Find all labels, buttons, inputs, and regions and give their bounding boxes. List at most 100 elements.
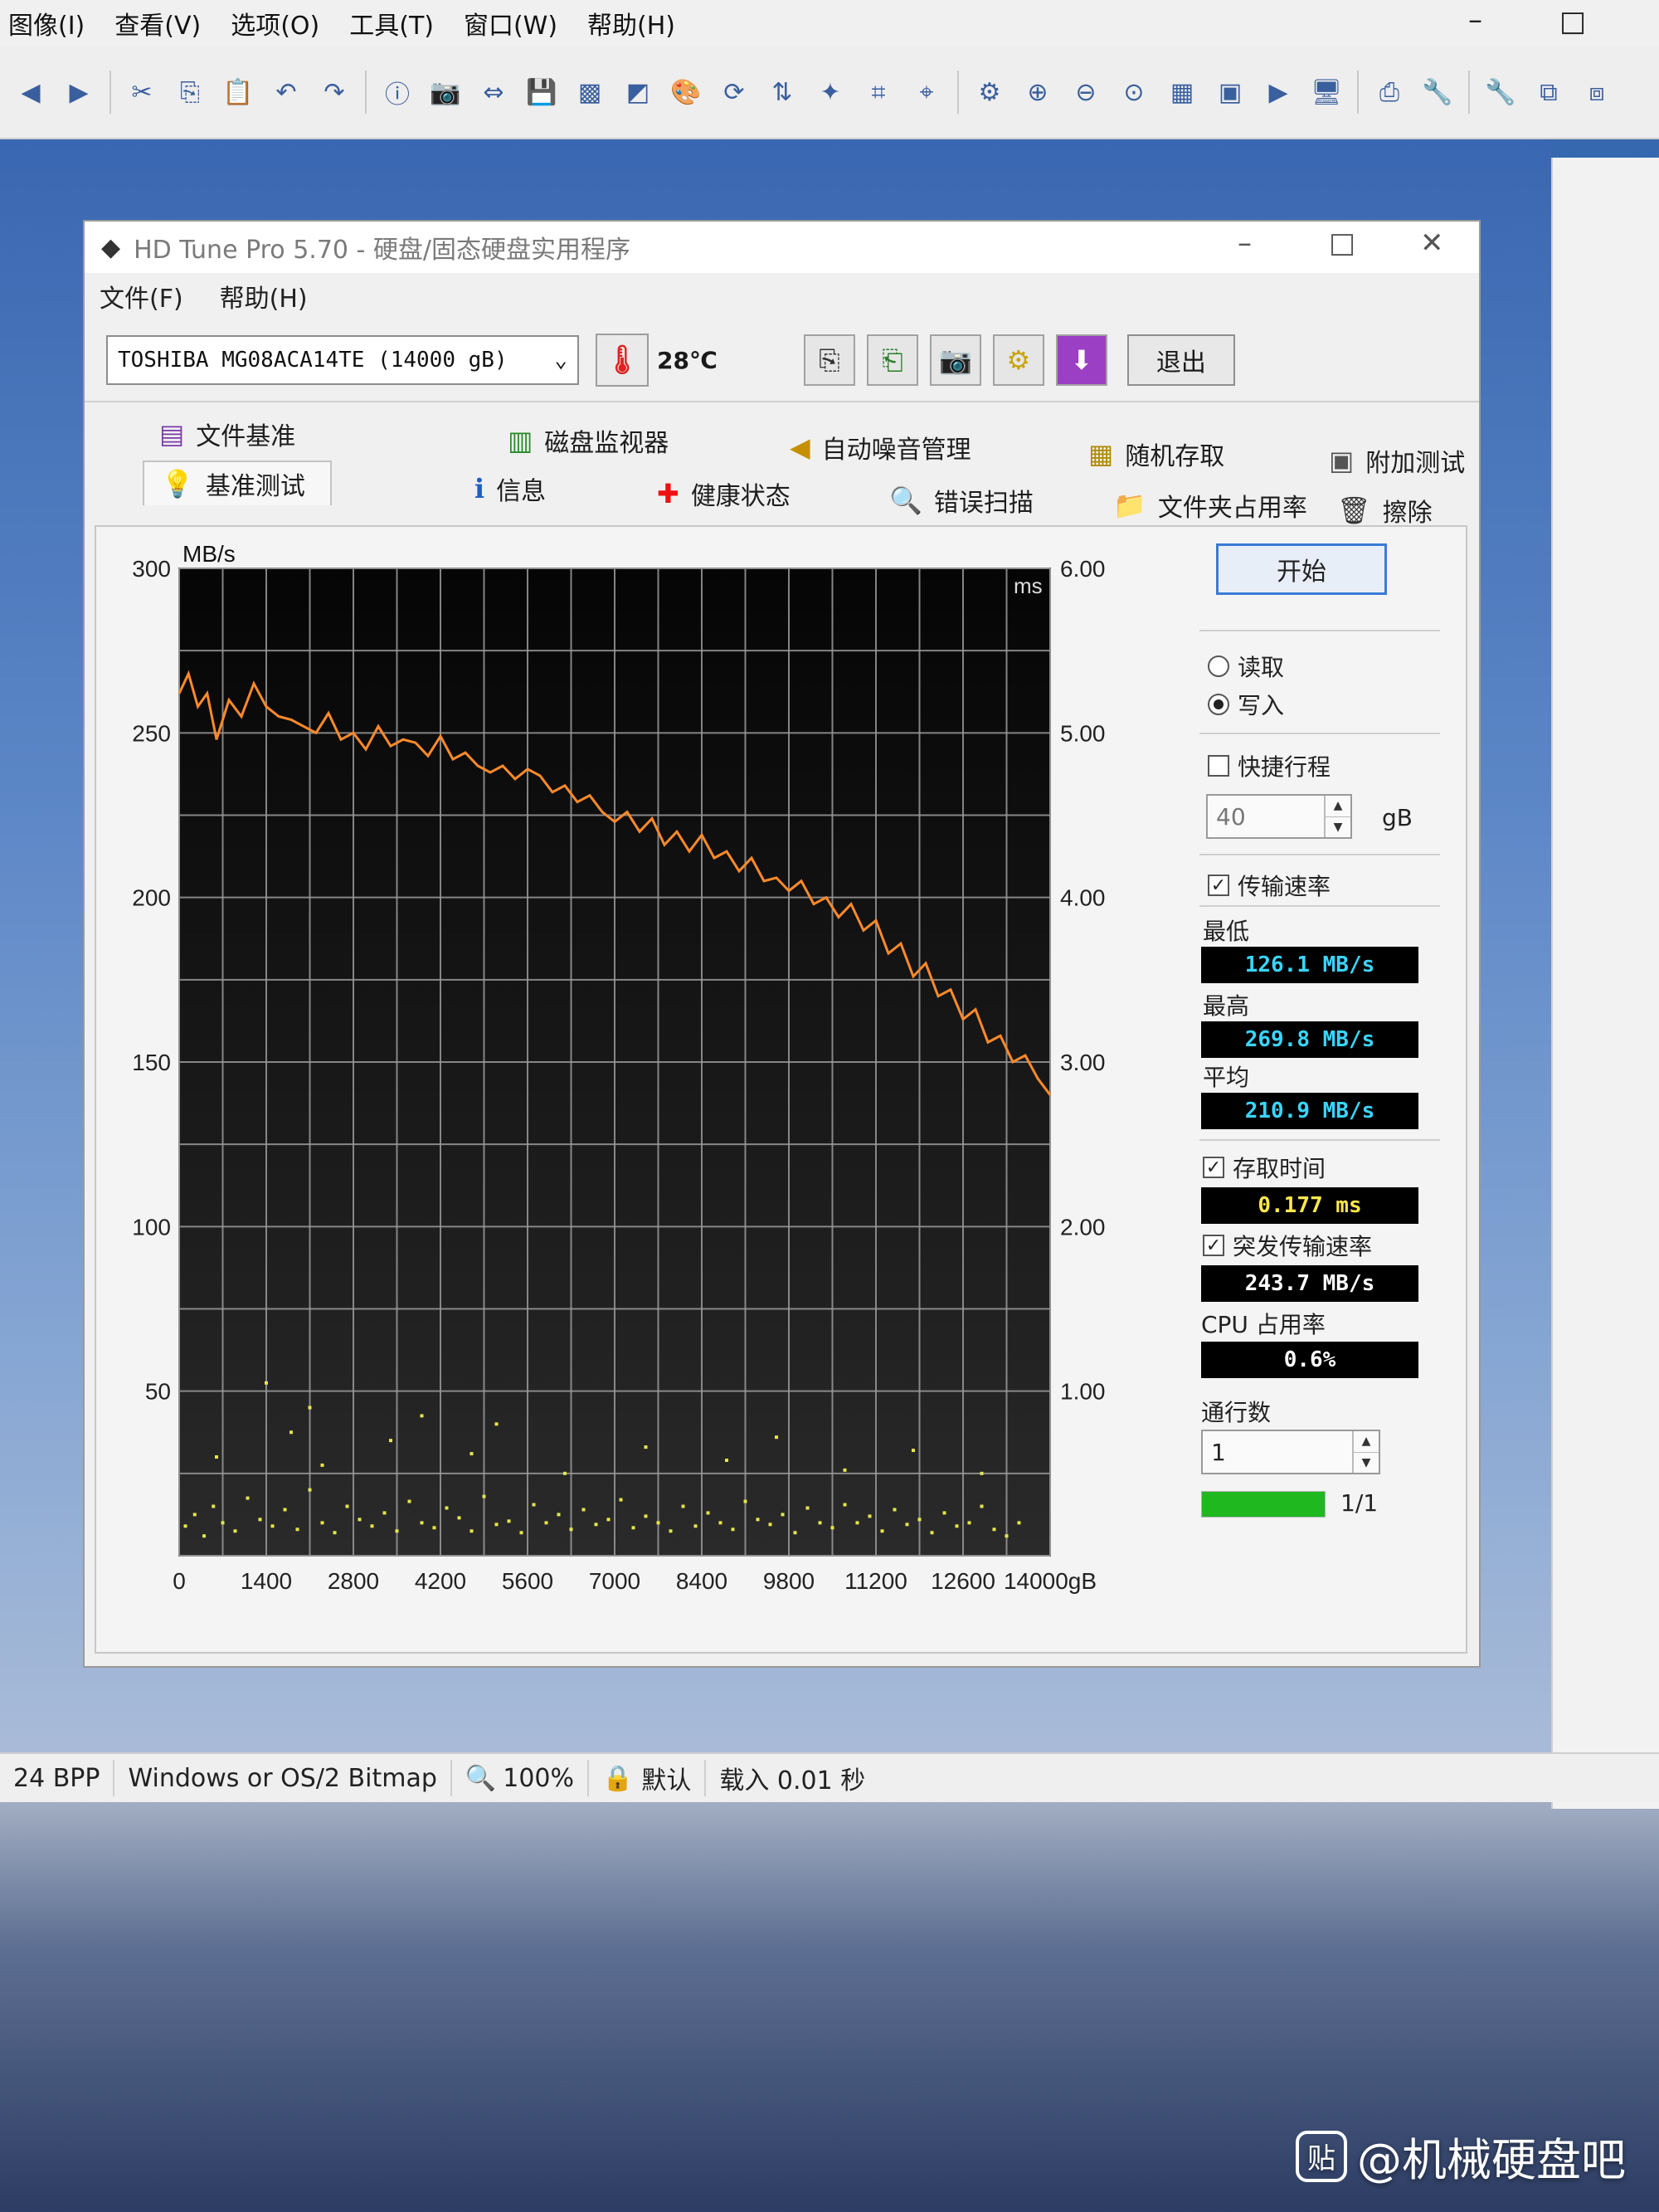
exit-button[interactable]: 退出 [1126, 334, 1235, 386]
drive-select[interactable]: TOSHIBA MG08ACA14TE (14000 gB) ⌄ [106, 335, 579, 385]
copy-info-button[interactable]: ⎘ [803, 334, 855, 386]
screen-icon[interactable]: 🖥 [1307, 73, 1345, 111]
crop-icon[interactable]: ⌗ [859, 73, 898, 111]
save-icon[interactable]: 💾 [523, 73, 561, 111]
menu-help[interactable]: 帮助(H) [587, 5, 675, 41]
tab-info[interactable]: ℹ 信息 [474, 470, 546, 507]
hdtune-maximize-button[interactable]: □ [1329, 227, 1355, 260]
tab-extra-tests[interactable]: ▣ 附加测试 [1329, 442, 1465, 479]
cpu-label: CPU 占用率 [1201, 1311, 1326, 1338]
access-time-point [756, 1518, 760, 1522]
color-icon[interactable]: ◩ [619, 73, 657, 111]
short-stroke-input[interactable]: 40 ▲ ▼ [1206, 794, 1352, 839]
health-cross-icon: ✚ [657, 478, 679, 509]
info-icon[interactable]: ⓘ [378, 73, 416, 111]
transfer-rate-checkbox[interactable]: ✓ 传输速率 [1208, 869, 1331, 902]
short-stroke-checkbox[interactable]: 快捷行程 [1208, 749, 1331, 782]
forward-icon[interactable]: ▶ [60, 73, 98, 111]
access-time-point [569, 1527, 573, 1532]
read-radio[interactable]: 读取 [1208, 650, 1284, 683]
hdtune-menubar: 文件(F) 帮助(H) [85, 273, 1479, 319]
burst-rate-checkbox[interactable]: ✓ 突发传输速率 [1203, 1229, 1372, 1262]
access-time-point [320, 1463, 324, 1467]
access-time-checkbox[interactable]: ✓ 存取时间 [1203, 1151, 1326, 1184]
access-time-point [731, 1527, 735, 1532]
access-time-box: ✓ [1203, 1157, 1224, 1178]
menu-file[interactable]: 文件(F) [100, 278, 183, 314]
passes-stepper[interactable]: ▲ ▼ [1352, 1431, 1379, 1473]
menu-view[interactable]: 查看(V) [114, 5, 201, 41]
options-button[interactable]: ⚙ [992, 334, 1044, 386]
effects-icon[interactable]: ✦ [811, 73, 849, 111]
palette-icon[interactable]: 🎨 [667, 73, 705, 111]
tab-health[interactable]: ✚ 健康状态 [657, 475, 791, 512]
viewer-minimize-button[interactable]: – [1468, 3, 1482, 37]
undo-icon[interactable]: ↶ [267, 73, 305, 111]
spin-down-icon: ▼ [1326, 816, 1350, 838]
redo-icon[interactable]: ↷ [315, 73, 353, 111]
move-to-icon[interactable]: ⧈ [1578, 73, 1616, 111]
menu-tools[interactable]: 工具(T) [349, 5, 434, 41]
copy-icon[interactable]: ⎘ [171, 73, 209, 111]
rotate-icon[interactable]: ⟳ [715, 73, 753, 111]
tab-random-access[interactable]: ▦ 随机存取 [1088, 436, 1224, 472]
menu-window[interactable]: 窗口(W) [464, 5, 557, 41]
grayscale-icon[interactable]: ▩ [571, 73, 609, 111]
menu-options[interactable]: 选项(O) [231, 5, 319, 41]
access-time-point [581, 1508, 586, 1512]
passes-input[interactable]: 1 ▲ ▼ [1201, 1430, 1380, 1474]
capture-icon[interactable]: ⎙ [1370, 73, 1408, 111]
zoom-out-icon[interactable]: ⊖ [1067, 73, 1105, 111]
short-stroke-stepper[interactable]: ▲ ▼ [1324, 796, 1350, 837]
viewer-maximize-button[interactable]: □ [1559, 5, 1586, 38]
thumbnail-icon[interactable]: ▣ [1211, 73, 1249, 111]
access-time-point [967, 1521, 971, 1525]
camera-icon[interactable]: 📷 [426, 73, 465, 111]
x-tick: 14000gB [1004, 1568, 1097, 1594]
read-radio-dot [1208, 655, 1229, 677]
zoom-in-icon[interactable]: ⊕ [1019, 73, 1057, 111]
write-radio[interactable]: 写入 [1208, 688, 1284, 721]
gallery-icon[interactable]: ▦ [1163, 73, 1201, 111]
menu-image[interactable]: 图像(I) [8, 5, 85, 41]
save-button[interactable]: ⬇ [1055, 334, 1107, 386]
screenshot-button[interactable]: 📷 [929, 334, 981, 386]
paste-icon[interactable]: 📋 [219, 73, 257, 111]
start-button[interactable]: 开始 [1216, 543, 1387, 595]
slideshow-icon[interactable]: ▶ [1259, 73, 1297, 111]
tab-file-benchmark[interactable]: ▤ 文件基准 [159, 416, 295, 452]
access-time-point [358, 1518, 362, 1522]
benchmark-panel: MB/s ms 50 100 150 200 250 300 1.00 2.00 3.00 4.00 5… [95, 525, 1467, 1654]
settings-icon[interactable]: ⚙ [971, 73, 1009, 111]
access-time-point [644, 1445, 648, 1449]
progress-fill [1202, 1492, 1325, 1517]
benchmark-chart-area: MB/s ms 50 100 150 200 250 300 1.00 2.00 3.00 4.00 5… [96, 527, 1166, 1655]
tab-erase[interactable]: 🗑 擦除 [1337, 492, 1433, 529]
wrench-icon[interactable]: 🔧 [1481, 73, 1520, 111]
resize-icon[interactable]: ⇔ [474, 73, 513, 111]
x-tick: 5600 [502, 1568, 553, 1594]
cut-icon[interactable]: ✂ [123, 73, 161, 111]
hdtune-title: HD Tune Pro 5.70 - 硬盘/固态硬盘实用程序 [134, 236, 630, 265]
flip-icon[interactable]: ⇅ [763, 73, 801, 111]
min-rate-display: 126.1 MB/s [1201, 947, 1418, 983]
tieba-logo-icon: 贴 [1296, 2130, 1347, 2182]
tab-folder-usage[interactable]: 📁 文件夹占用率 [1113, 487, 1307, 524]
tab-disk-monitor[interactable]: ▥ 磁盘监视器 [508, 422, 669, 459]
tab-aam[interactable]: ◀ 自动噪音管理 [790, 429, 971, 465]
copy-report-button[interactable]: ⎗ [866, 334, 918, 386]
access-time-point [843, 1503, 847, 1507]
crop-select-icon[interactable]: ⌖ [907, 73, 946, 111]
hdtune-minimize-button[interactable]: – [1238, 227, 1252, 260]
access-time-point [619, 1498, 623, 1502]
toolbar-separator [365, 71, 367, 114]
hdtune-close-button[interactable]: ✕ [1420, 227, 1444, 260]
tab-benchmark[interactable]: 💡 基准测试 [143, 460, 332, 505]
tools-icon[interactable]: 🔧 [1418, 73, 1457, 111]
copy-to-icon[interactable]: ⧉ [1530, 73, 1568, 111]
menu-hdt-help[interactable]: 帮助(H) [220, 278, 308, 314]
back-icon[interactable]: ◀ [12, 73, 50, 111]
access-time-point [395, 1529, 399, 1533]
tab-error-scan[interactable]: 🔍 错误扫描 [889, 482, 1034, 519]
zoom-fit-icon[interactable]: ⊙ [1115, 73, 1153, 111]
